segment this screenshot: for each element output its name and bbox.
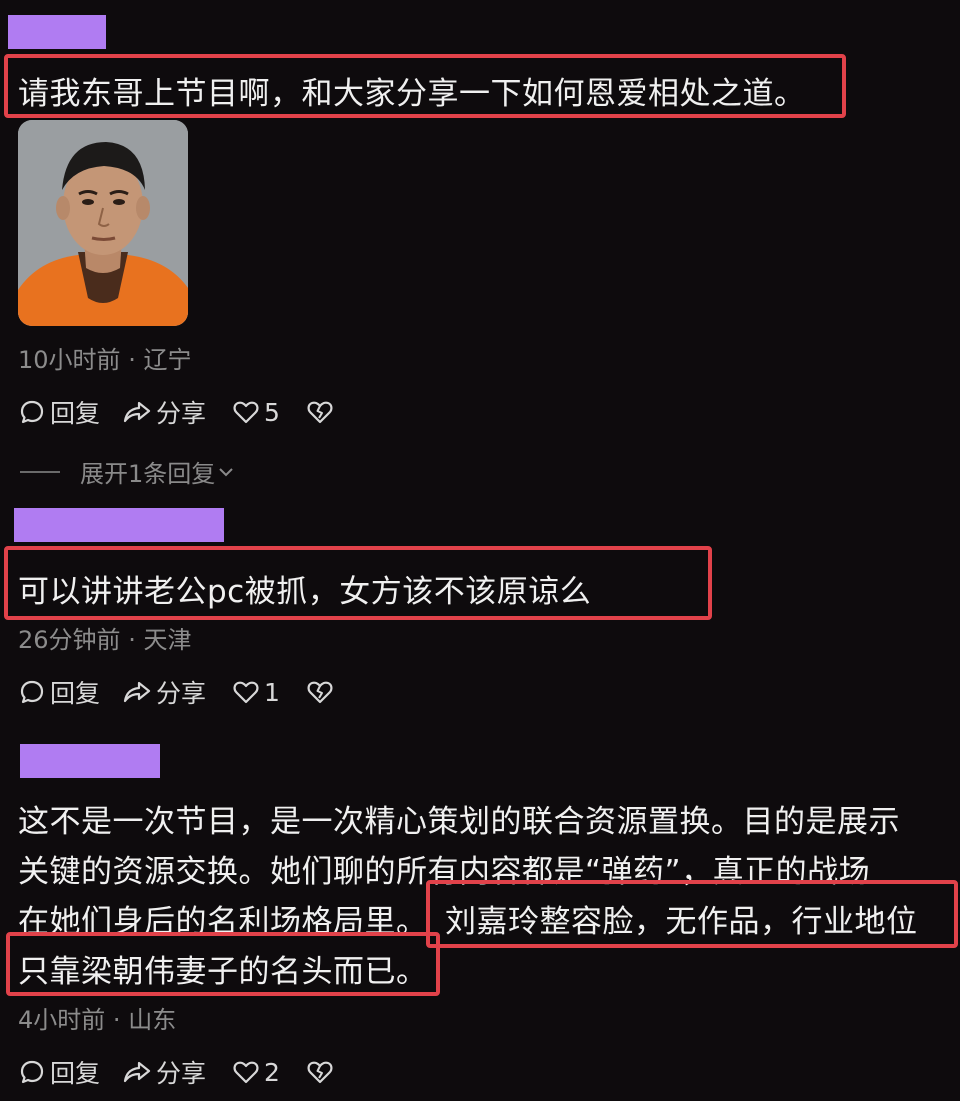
- reply-label: 回复: [50, 1059, 101, 1088]
- like-count: 5: [264, 397, 280, 427]
- share-label: 分享: [156, 399, 207, 428]
- dislike-button[interactable]: [306, 1059, 334, 1085]
- share-button[interactable]: 分享: [122, 1054, 206, 1090]
- comment-region: 山东: [128, 1006, 177, 1034]
- username-redaction: [14, 508, 224, 542]
- comment-icon: [20, 680, 44, 704]
- comment-meta: 4小时前 · 山东: [18, 1000, 176, 1035]
- comment-meta: 10小时前 · 辽宁: [18, 340, 191, 375]
- comment-icon: [20, 400, 44, 424]
- like-count: 1: [264, 677, 280, 707]
- like-count: 2: [264, 1057, 280, 1087]
- reply-label: 回复: [50, 399, 101, 428]
- heart-icon: [233, 1061, 259, 1084]
- comment-line: 只靠梁朝伟妻子的名头而已。: [18, 954, 428, 990]
- comment-line: 这不是一次节目，是一次精心策划的联合资源置换。目的是展示: [18, 804, 900, 840]
- reply-label: 回复: [50, 679, 101, 708]
- share-icon: [123, 681, 151, 703]
- comment-text: 请我东哥上节目啊，和大家分享一下如何恩爱相处之道。: [18, 76, 806, 112]
- meta-separator: ·: [128, 626, 136, 654]
- like-button[interactable]: 5: [232, 398, 280, 427]
- mugshot-photo: [18, 120, 188, 326]
- share-label: 分享: [156, 1059, 207, 1088]
- meta-separator: ·: [112, 1006, 121, 1034]
- like-button[interactable]: 1: [232, 678, 280, 707]
- username-redaction: [20, 744, 160, 778]
- comment-text: 可以讲讲老公pc被抓，女方该不该原谅么: [18, 574, 592, 610]
- dislike-icon: [307, 401, 333, 424]
- expand-replies[interactable]: 展开1条回复: [20, 454, 235, 489]
- reply-button[interactable]: 回复: [18, 1054, 100, 1090]
- comment-line: 刘嘉玲整容脸，无作品，行业地位: [445, 904, 918, 940]
- comment-time: 26分钟前: [18, 626, 121, 654]
- comment-actions: 回复 分享 2: [18, 1054, 334, 1090]
- comment-actions: 回复 分享 1: [18, 674, 334, 710]
- share-icon: [123, 1061, 151, 1083]
- dislike-icon: [307, 681, 333, 704]
- comment-actions: 回复 分享 5: [18, 394, 334, 430]
- expand-replies-label: 展开1条回复: [80, 460, 216, 488]
- reply-button[interactable]: 回复: [18, 674, 100, 710]
- comment-icon: [20, 1060, 44, 1084]
- reply-button[interactable]: 回复: [18, 394, 100, 430]
- comment-region: 天津: [143, 626, 192, 654]
- comment-region: 辽宁: [143, 346, 192, 374]
- share-label: 分享: [156, 679, 207, 708]
- dislike-button[interactable]: [306, 679, 334, 705]
- dislike-icon: [307, 1061, 333, 1084]
- meta-separator: ·: [128, 346, 136, 374]
- heart-icon: [233, 401, 259, 424]
- dislike-button[interactable]: [306, 399, 334, 425]
- chevron-down-icon: [219, 467, 233, 476]
- share-button[interactable]: 分享: [122, 674, 206, 710]
- expand-divider: [20, 470, 60, 473]
- comment-meta: 26分钟前 · 天津: [18, 620, 191, 655]
- like-button[interactable]: 2: [232, 1058, 280, 1087]
- comment-time: 10小时前: [18, 346, 121, 374]
- share-icon: [123, 401, 151, 423]
- username-redaction: [8, 15, 106, 49]
- comment-time: 4小时前: [18, 1006, 106, 1034]
- heart-icon: [233, 681, 259, 704]
- share-button[interactable]: 分享: [122, 394, 206, 430]
- comment-image[interactable]: [18, 120, 188, 326]
